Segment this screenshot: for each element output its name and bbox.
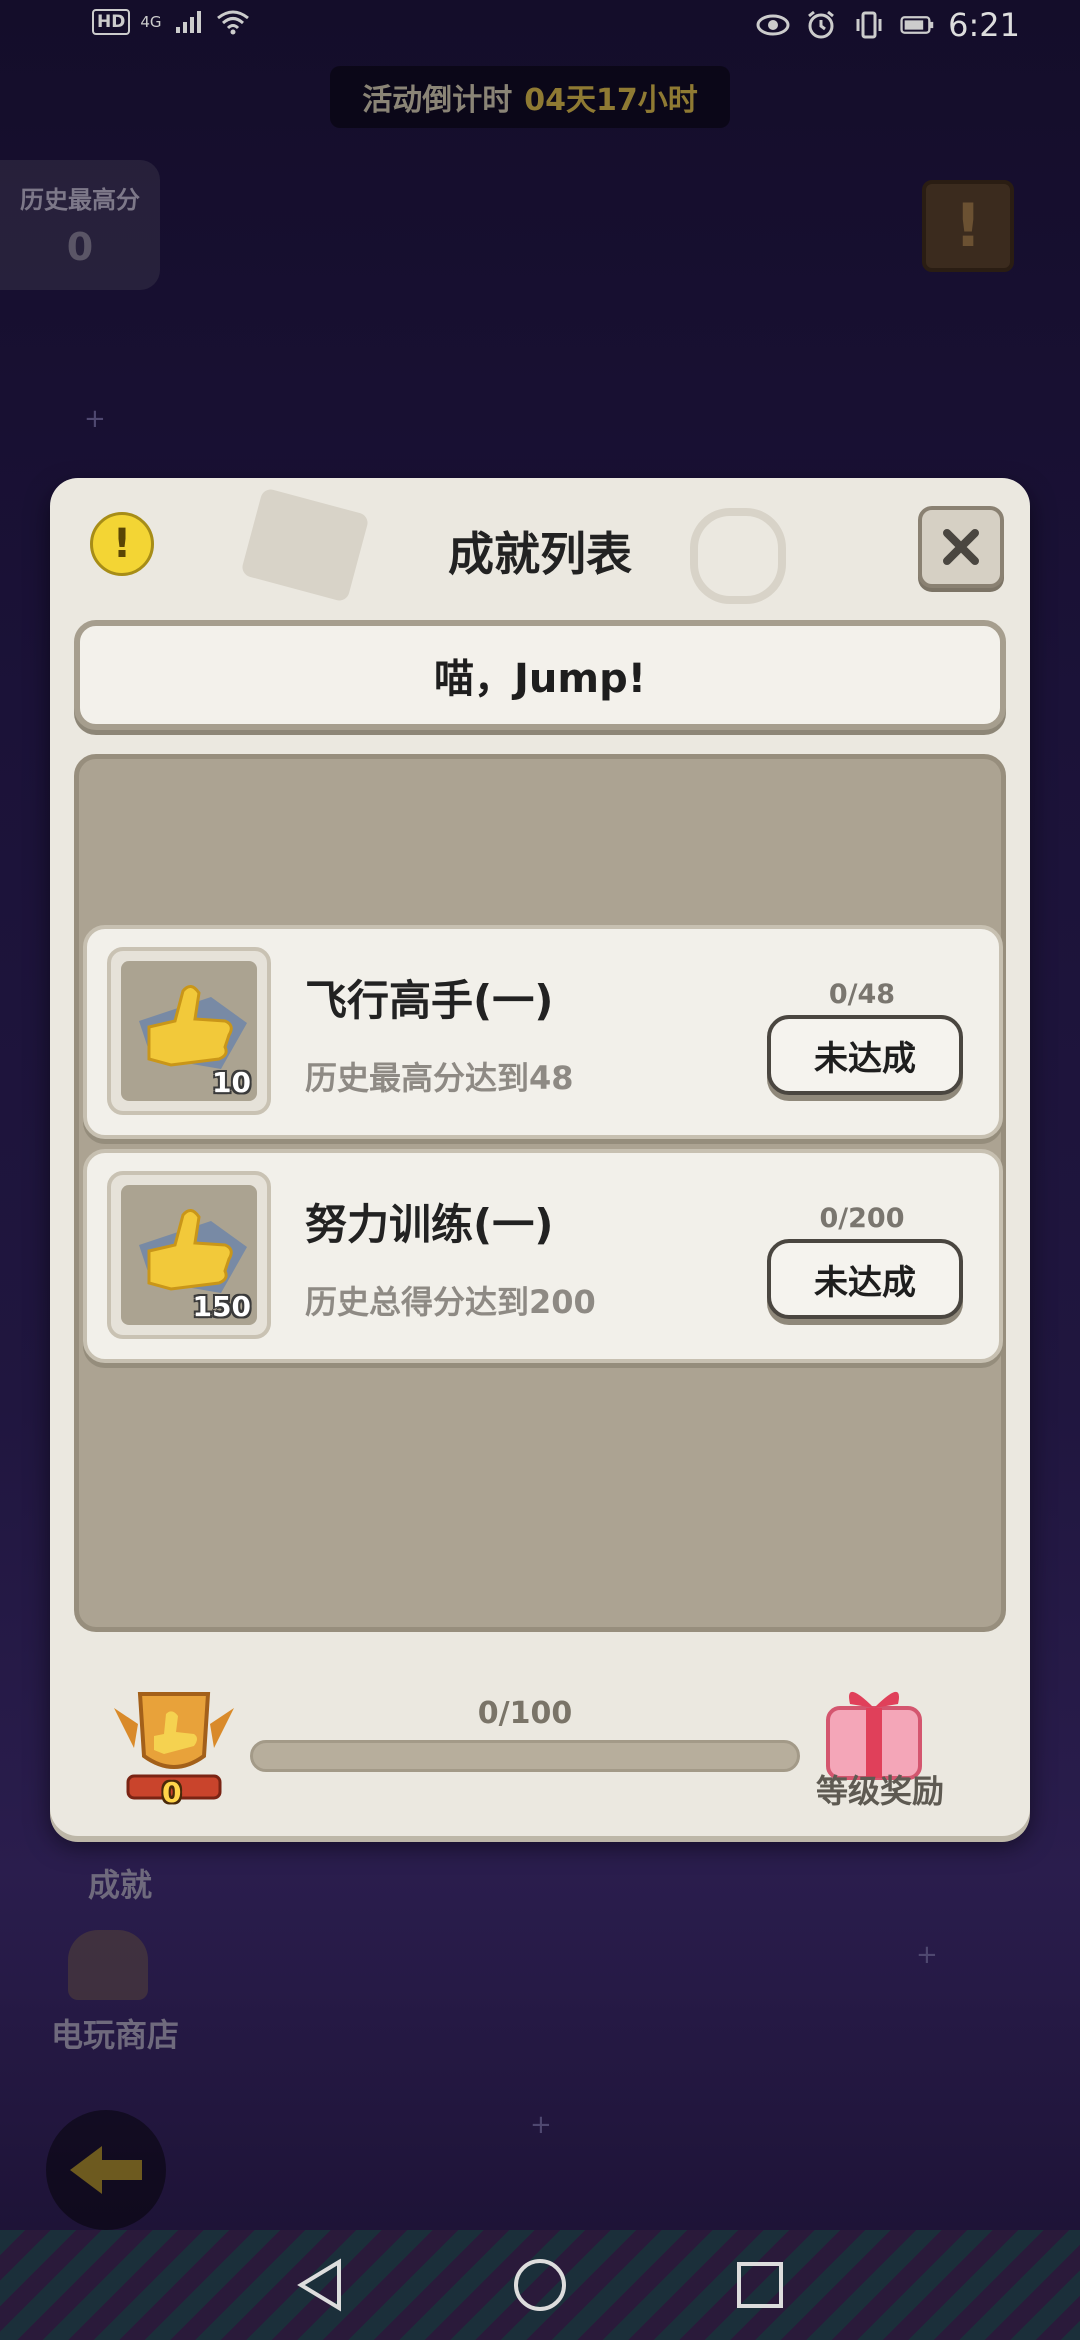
achievement-progress: 0/48 <box>828 979 896 1010</box>
tab-category[interactable]: 喵，Jump! <box>74 620 1006 730</box>
level-progress-bar <box>250 1740 800 1772</box>
level-progress-text: 0/100 <box>477 1696 573 1731</box>
reward-count: 150 <box>192 1290 251 1323</box>
back-arrow-icon <box>70 2146 142 2194</box>
alarm-icon <box>804 10 838 39</box>
trophy-icon: 0 <box>104 1678 244 1809</box>
network-type: 4G <box>140 13 162 31</box>
hiscore-panel: 历史最高分 0 <box>0 160 160 290</box>
modal-title: 成就列表 <box>448 527 632 581</box>
close-icon <box>943 529 979 565</box>
sparkle-icon: + <box>916 1940 938 1970</box>
sparkle-icon: + <box>530 2110 552 2140</box>
status-left: HD 4G <box>92 8 250 36</box>
hd-badge: HD <box>92 9 131 35</box>
nav-back-button[interactable] <box>290 2255 350 2315</box>
countdown-label: 活动倒计时 <box>362 83 513 118</box>
achievement-status-button[interactable]: 未达成 <box>767 1015 963 1095</box>
list-item: 10 飞行高手(一) 历史最高分达到48 0/48 未达成 <box>83 925 1003 1139</box>
level-reward-label[interactable]: 等级奖励 <box>790 1766 970 1812</box>
achievement-name: 飞行高手(一) <box>305 976 554 1025</box>
status-bar: HD 4G 6:21 <box>0 0 1080 52</box>
sparkle-icon: + <box>84 404 106 434</box>
battery-icon <box>900 11 934 39</box>
reward-icon-frame: 150 <box>107 1171 271 1339</box>
achievement-list: 10 飞行高手(一) 历史最高分达到48 0/48 未达成 150 努力训练(一… <box>74 754 1006 1632</box>
achievement-status-button[interactable]: 未达成 <box>767 1239 963 1319</box>
signal-icon <box>172 8 206 36</box>
achievement-progress: 0/200 <box>819 1203 905 1234</box>
achievement-description: 历史总得分达到200 <box>305 1283 596 1321</box>
achievements-entry-label[interactable]: 成就 <box>70 1860 170 1906</box>
event-countdown: 活动倒计时 04天17小时 <box>330 66 730 128</box>
nav-home-button[interactable] <box>510 2255 570 2315</box>
list-item: 150 努力训练(一) 历史总得分达到200 0/200 未达成 <box>83 1149 1003 1363</box>
system-nav-bar <box>0 2230 1080 2340</box>
clock: 6:21 <box>948 6 1020 44</box>
shop-icon[interactable] <box>68 1930 148 2000</box>
achievement-name: 努力训练(一) <box>305 1200 554 1249</box>
shop-entry-label[interactable]: 电玩商店 <box>40 2010 190 2056</box>
achievements-modal: ! 成就列表 喵，Jump! 10 飞行高手(一) 历史最高分达到48 0/48… <box>50 478 1030 1836</box>
reward-icon-bg: 10 <box>121 961 257 1101</box>
trophy-count: 0 <box>162 1776 182 1809</box>
back-button[interactable] <box>46 2110 166 2230</box>
notice-sign-icon[interactable]: ! <box>922 180 1014 272</box>
reward-icon-bg: 150 <box>121 1185 257 1325</box>
reward-icon-frame: 10 <box>107 947 271 1115</box>
reward-count: 10 <box>212 1066 251 1099</box>
wifi-icon <box>216 8 250 36</box>
hiscore-value: 0 <box>66 225 94 269</box>
achievement-description: 历史最高分达到48 <box>305 1059 574 1097</box>
vibrate-icon <box>852 11 886 39</box>
countdown-value: 04天17小时 <box>524 83 698 118</box>
hiscore-label: 历史最高分 <box>20 186 140 214</box>
nav-recents-button[interactable] <box>730 2255 790 2315</box>
close-button[interactable] <box>918 506 1004 588</box>
eye-icon <box>756 11 790 39</box>
status-right: 6:21 <box>756 6 1020 44</box>
